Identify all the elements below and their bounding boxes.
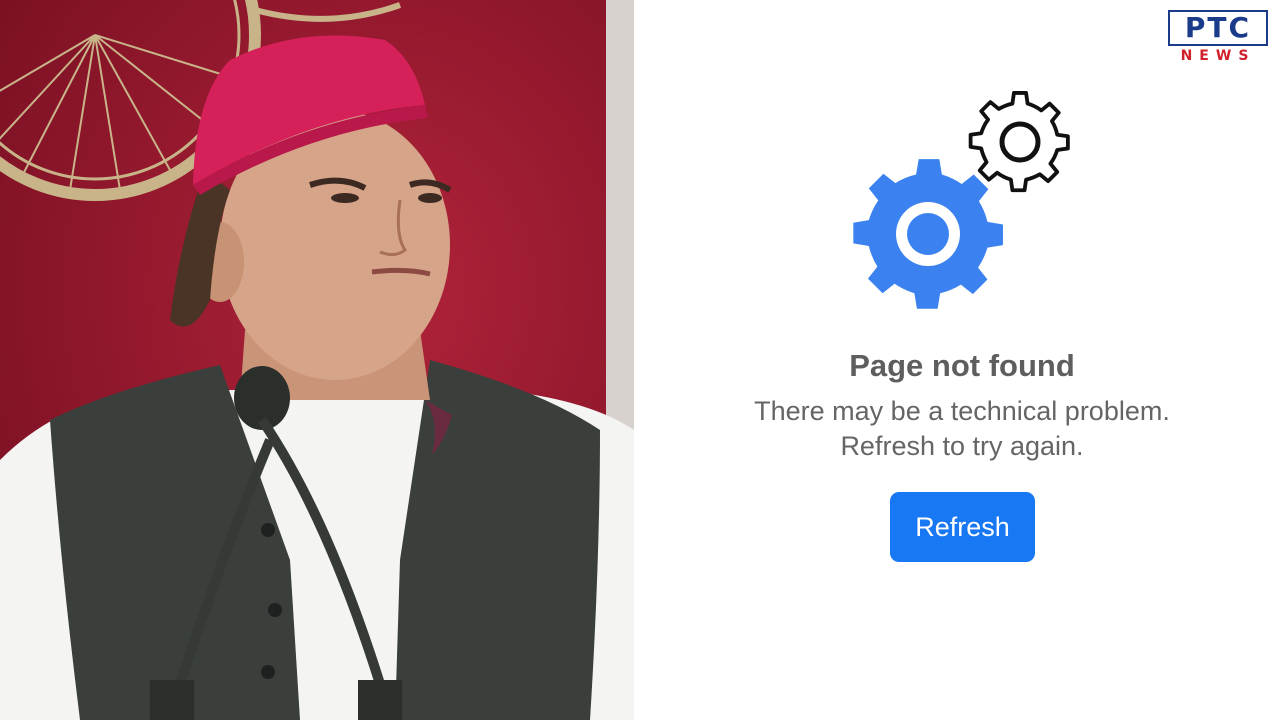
logo-text: PTC — [1184, 11, 1252, 44]
error-title: Page not found — [849, 348, 1075, 383]
gear-icon-blue — [853, 159, 1003, 309]
error-panel: PTC NEWS Page not found There may be a t… — [634, 0, 1280, 720]
refresh-button[interactable]: Refresh — [890, 492, 1035, 562]
logo-subtext: NEWS — [1180, 48, 1256, 64]
error-message-line2: Refresh to try again. — [840, 431, 1084, 461]
gears-illustration — [850, 84, 1080, 314]
error-message-line1: There may be a technical problem. — [754, 396, 1170, 426]
speaker-photo — [0, 0, 634, 720]
gear-icon-outline — [968, 91, 1070, 193]
ptc-news-logo: PTC NEWS — [1168, 10, 1268, 68]
